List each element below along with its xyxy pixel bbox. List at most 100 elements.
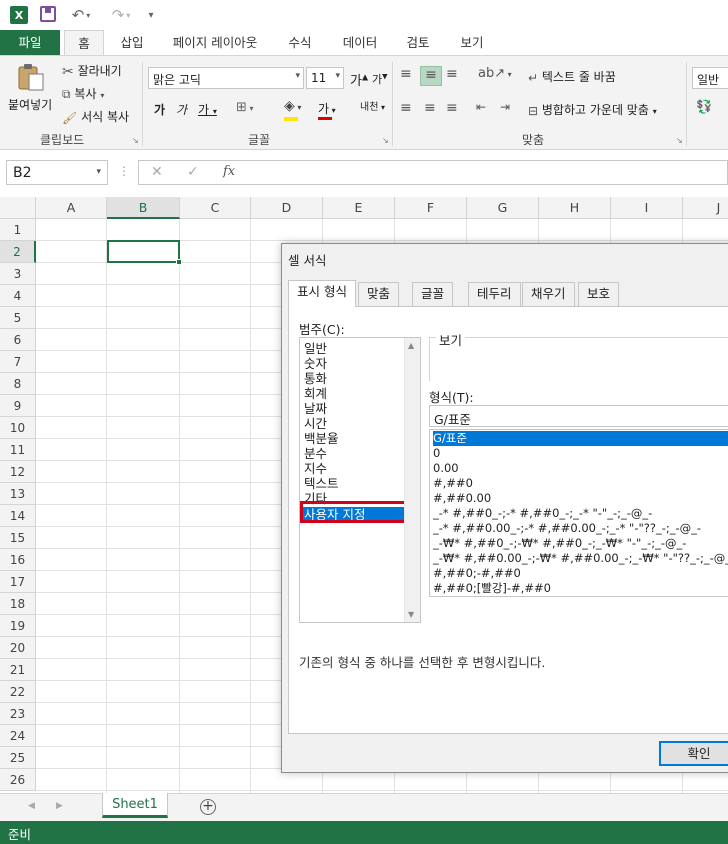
orientation-icon[interactable]: ab↗ ▾	[478, 66, 512, 81]
row-header[interactable]: 12	[0, 461, 36, 483]
category-list[interactable]: 일반 숫자 통화 회계 날짜 시간 백분율 분수 지수 텍스트 기타 사용자 지정 ▲ ▼	[299, 337, 421, 623]
row-header[interactable]: 26	[0, 769, 36, 791]
format-item[interactable]: _-* #,##0.00_-;-* #,##0.00_-;_-* "-"??_-…	[433, 521, 728, 536]
ok-button[interactable]: 확인	[659, 741, 728, 766]
tab-number[interactable]: 표시 형식	[288, 280, 356, 307]
format-item[interactable]: #,##0.00	[433, 491, 728, 506]
format-item[interactable]: #,##0;[빨강]-#,##0	[433, 581, 728, 596]
shrink-font-button[interactable]: 가▼	[372, 71, 388, 87]
tab-page-layout[interactable]: 페이지 레이아웃	[162, 30, 268, 55]
merge-center-button[interactable]: ⊟ 병합하고 가운데 맞춤 ▾	[528, 101, 657, 118]
tab-fill[interactable]: 채우기	[522, 282, 575, 306]
clipboard-launcher-icon[interactable]: ↘	[132, 136, 139, 145]
redo-icon[interactable]: ↷ ▾	[108, 6, 134, 24]
row-header[interactable]: 1	[0, 219, 36, 241]
font-launcher-icon[interactable]: ↘	[382, 136, 389, 145]
decrease-indent-icon[interactable]: ⇤	[476, 100, 486, 114]
insert-function-icon[interactable]: fx	[223, 164, 235, 179]
category-item[interactable]: 날짜	[304, 401, 327, 416]
tab-formulas[interactable]: 수식	[280, 30, 320, 55]
row-header[interactable]: 5	[0, 307, 36, 329]
tab-review[interactable]: 검토	[398, 30, 438, 55]
category-item[interactable]: 회계	[304, 386, 327, 401]
tab-file[interactable]: 파일	[0, 30, 60, 55]
underline-button[interactable]: 가 ▾	[198, 101, 217, 118]
tab-home[interactable]: 홈	[64, 30, 104, 56]
row-header[interactable]: 23	[0, 703, 36, 725]
fill-handle[interactable]	[176, 259, 182, 265]
tab-protection[interactable]: 보호	[578, 282, 620, 306]
format-item[interactable]: #,##0	[433, 476, 728, 491]
row-header[interactable]: 18	[0, 593, 36, 615]
sheet-next-icon[interactable]: ▶	[56, 801, 63, 811]
row-header[interactable]: 7	[0, 351, 36, 373]
tab-insert[interactable]: 삽입	[112, 30, 152, 55]
row-header[interactable]: 11	[0, 439, 36, 461]
row-header[interactable]: 19	[0, 615, 36, 637]
formula-input[interactable]	[252, 160, 728, 185]
row-header[interactable]: 2	[0, 241, 36, 263]
align-bottom-icon[interactable]: ≡	[446, 66, 458, 82]
scroll-up-icon[interactable]: ▲	[408, 341, 414, 350]
row-header[interactable]: 25	[0, 747, 36, 769]
row-header[interactable]: 21	[0, 659, 36, 681]
column-header[interactable]: B	[107, 197, 180, 219]
increase-indent-icon[interactable]: ⇥	[500, 100, 510, 114]
align-left-icon[interactable]: ≡	[400, 100, 412, 116]
align-middle-icon[interactable]: ≡	[420, 66, 442, 86]
resize-dots-icon[interactable]: ⋮	[118, 164, 130, 178]
category-item[interactable]: 지수	[304, 461, 327, 476]
paste-button[interactable]: 붙여넣기	[8, 96, 52, 113]
column-header[interactable]: D	[251, 197, 323, 219]
tab-font[interactable]: 글꼴	[412, 282, 454, 306]
format-item[interactable]: _-* #,##0_-;-* #,##0_-;_-* "-"_-;_-@_-	[433, 506, 728, 521]
row-header[interactable]: 24	[0, 725, 36, 747]
row-header[interactable]: 3	[0, 263, 36, 285]
enter-icon[interactable]: ✓	[187, 164, 199, 180]
format-item[interactable]: _-₩* #,##0.00_-;-₩* #,##0.00_-;_-₩* "-"?…	[433, 551, 728, 566]
row-header[interactable]: 9	[0, 395, 36, 417]
column-header[interactable]: G	[467, 197, 539, 219]
tab-alignment[interactable]: 맞춤	[358, 282, 400, 306]
format-item[interactable]: 0	[433, 446, 728, 461]
select-all-corner[interactable]	[0, 197, 36, 219]
font-size-combo[interactable]: 11 ▾	[306, 67, 344, 89]
align-top-icon[interactable]: ≡	[400, 66, 412, 82]
format-list[interactable]: G/표준 0 0.00 #,##0 #,##0.00 _-* #,##0_-;-* #,#…	[429, 429, 728, 597]
align-right-icon[interactable]: ≡	[446, 100, 458, 116]
sheet-prev-icon[interactable]: ◀	[28, 801, 35, 811]
row-header[interactable]: 13	[0, 483, 36, 505]
format-painter-button[interactable]: 🖌 서식 복사	[62, 108, 129, 125]
column-header[interactable]: F	[395, 197, 467, 219]
row-header[interactable]: 4	[0, 285, 36, 307]
customize-quick-access-icon[interactable]: ▾	[145, 6, 157, 24]
tab-data[interactable]: 데이터	[334, 30, 386, 55]
accounting-format-icon[interactable]: 💱	[696, 100, 712, 115]
number-format-combo[interactable]: 일반	[692, 67, 728, 89]
font-color-button[interactable]: 가 ▾	[318, 100, 336, 120]
category-item[interactable]: 일반	[304, 341, 327, 356]
fill-color-icon[interactable]: ◈ ▾	[284, 98, 301, 121]
border-icon[interactable]: ⊞ ▾	[236, 100, 253, 115]
wrap-text-button[interactable]: ↵ 텍스트 줄 바꿈	[528, 68, 616, 85]
category-item[interactable]: 숫자	[304, 356, 327, 371]
column-header[interactable]: H	[539, 197, 611, 219]
category-item[interactable]: 시간	[304, 416, 327, 431]
row-header[interactable]: 10	[0, 417, 36, 439]
row-header[interactable]: 14	[0, 505, 36, 527]
grow-font-button[interactable]: 가▲	[350, 70, 368, 89]
italic-button[interactable]: 가	[176, 101, 187, 118]
scroll-down-icon[interactable]: ▼	[408, 610, 414, 619]
row-header[interactable]: 20	[0, 637, 36, 659]
category-item[interactable]: 통화	[304, 371, 327, 386]
row-header[interactable]: 17	[0, 571, 36, 593]
row-header[interactable]: 8	[0, 373, 36, 395]
category-scrollbar[interactable]: ▲ ▼	[404, 338, 420, 622]
selected-cell[interactable]	[107, 240, 180, 263]
undo-icon[interactable]: ↶ ▾	[68, 6, 94, 24]
format-item[interactable]: 0.00	[433, 461, 728, 476]
add-sheet-icon[interactable]: +	[200, 799, 216, 815]
column-header[interactable]: C	[180, 197, 251, 219]
row-header[interactable]: 16	[0, 549, 36, 571]
copy-button[interactable]: ⧉ 복사 ▾	[62, 85, 104, 102]
